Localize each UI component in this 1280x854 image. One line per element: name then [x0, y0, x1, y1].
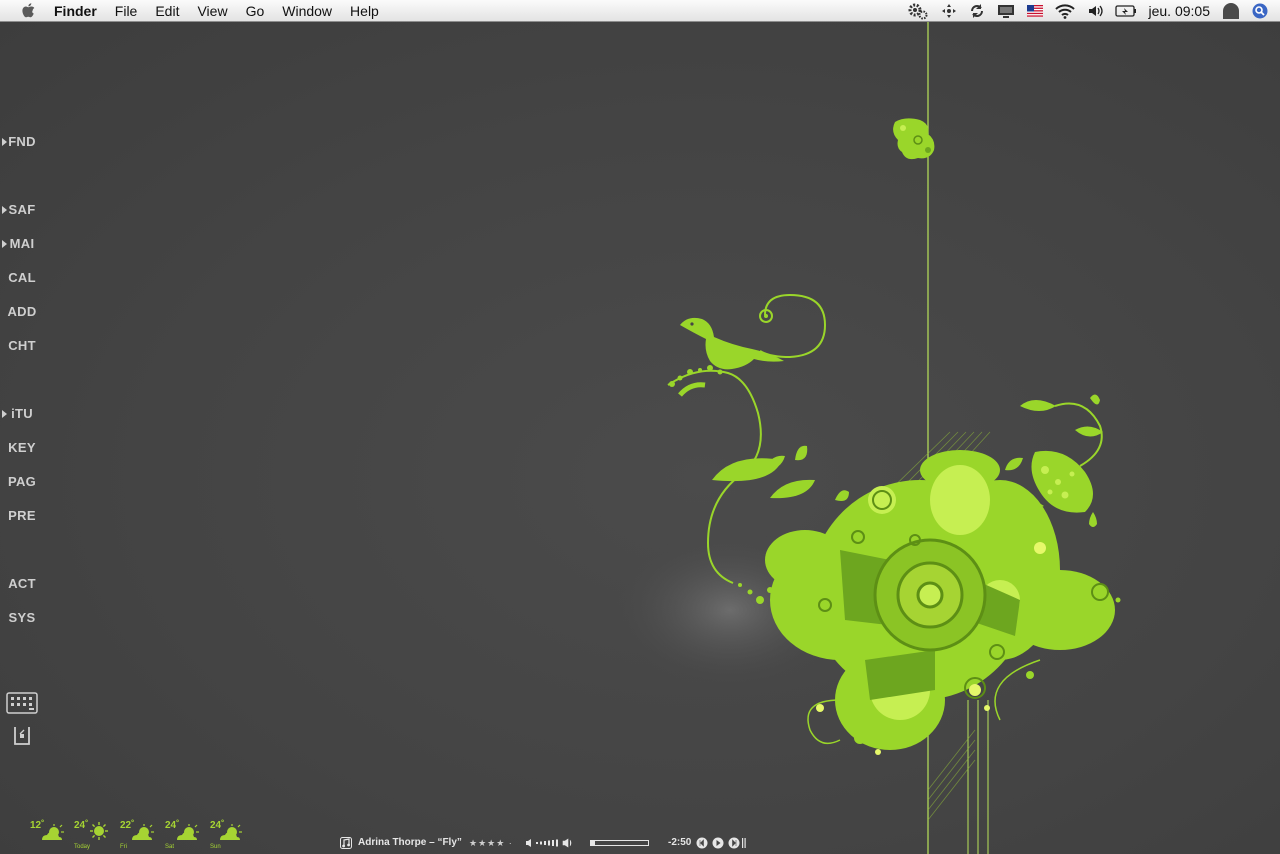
launcher-item-pre[interactable]: PRE [0, 508, 44, 523]
spotlight-icon[interactable] [1252, 3, 1268, 19]
launcher-label: ACT [8, 576, 36, 591]
launcher-label: KEY [8, 440, 36, 455]
volume-icon[interactable] [1087, 3, 1103, 19]
weather-day-label: Today [74, 844, 91, 850]
launcher-label: SYS [8, 610, 36, 625]
launcher-item-mai[interactable]: MAI [0, 236, 44, 251]
launcher-label: CAL [8, 270, 36, 285]
launcher-item-sys[interactable]: SYS [0, 610, 44, 625]
launcher-item-saf[interactable]: SAF [0, 202, 44, 217]
launcher-label: ADD [7, 304, 37, 319]
partly-cloudy-icon [132, 824, 154, 840]
apple-menu-icon[interactable] [22, 3, 36, 19]
move-icon[interactable] [941, 3, 957, 19]
launcher-item-act[interactable]: ACT [0, 576, 44, 591]
weather-day-label: Sat [165, 844, 175, 850]
running-indicator [2, 240, 7, 248]
launcher-label: iTU [11, 406, 33, 421]
battery-icon[interactable] [1114, 4, 1137, 18]
weather-day-label: Sun [210, 844, 221, 850]
running-indicator [2, 410, 7, 418]
launcher-item-pag[interactable]: PAG [0, 474, 44, 489]
running-indicator [2, 206, 7, 214]
launcher-label: CHT [8, 338, 36, 353]
sync-icon[interactable] [969, 3, 985, 19]
weather-day-label: Fri [120, 844, 127, 850]
launcher-label: FND [8, 134, 36, 149]
time-remaining: -2:50 [668, 837, 692, 848]
menu-window[interactable]: Window [282, 3, 332, 19]
menu-bar: Finder File Edit View Go Window Help jeu… [0, 0, 1280, 22]
track-rating[interactable]: ★★★★ · [469, 838, 513, 849]
wallpaper-art [610, 22, 1121, 854]
previous-track-icon[interactable] [696, 837, 708, 849]
track-title: Adrina Thorpe – “Fly” [358, 837, 462, 848]
partly-cloudy-icon [220, 824, 242, 840]
launcher-item-cht[interactable]: CHT [0, 338, 44, 353]
launcher-label: SAF [8, 202, 36, 217]
sun-icon [90, 822, 108, 840]
us-flag-icon[interactable] [1026, 5, 1043, 17]
menubar-clock[interactable]: jeu. 09:05 [1149, 3, 1211, 19]
partly-cloudy-icon [177, 824, 199, 840]
grid-icon[interactable] [6, 692, 38, 719]
progress-bar[interactable] [590, 840, 650, 846]
volume-slider[interactable] [526, 838, 574, 848]
launcher-item-key[interactable]: KEY [0, 440, 44, 455]
user-icon[interactable] [1222, 3, 1240, 19]
desktop-wallpaper [0, 22, 1280, 854]
gear-icon[interactable] [907, 2, 929, 20]
next-track-icon[interactable] [728, 837, 748, 849]
menu-edit[interactable]: Edit [155, 3, 179, 19]
menu-file[interactable]: File [115, 3, 138, 19]
launcher-item-add[interactable]: ADD [0, 304, 44, 319]
play-icon[interactable] [712, 837, 724, 849]
app-menu[interactable]: Finder [54, 3, 97, 19]
status-menus: jeu. 09:05 [907, 0, 1280, 22]
launcher-label: PRE [8, 508, 36, 523]
partly-cloudy-icon [42, 824, 64, 840]
launcher-item-fnd[interactable]: FND [0, 134, 44, 149]
wifi-icon[interactable] [1054, 3, 1075, 19]
itunes-icon[interactable] [340, 837, 352, 849]
menu-view[interactable]: View [197, 3, 227, 19]
weather-temp: 24˚ [74, 820, 89, 831]
menu-help[interactable]: Help [350, 3, 379, 19]
launcher-label: MAI [9, 236, 35, 251]
launcher-item-itu[interactable]: iTU [0, 406, 44, 421]
display-icon[interactable] [997, 3, 1015, 19]
running-indicator [2, 138, 7, 146]
menu-go[interactable]: Go [246, 3, 265, 19]
launcher-label: PAG [7, 474, 37, 489]
launcher-item-cal[interactable]: CAL [0, 270, 44, 285]
trash-icon[interactable] [13, 725, 31, 752]
